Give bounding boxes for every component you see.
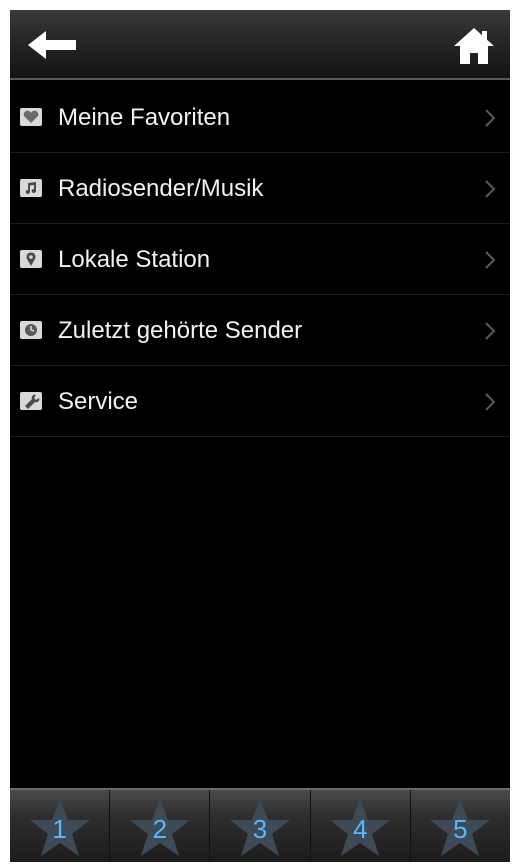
preset-button-2[interactable]: 2 — [110, 790, 211, 862]
music-note-icon — [20, 179, 42, 197]
menu-item-local-station[interactable]: Lokale Station — [10, 224, 510, 295]
menu-item-service[interactable]: Service — [10, 366, 510, 437]
service-icon — [20, 392, 42, 410]
menu-item-favorites[interactable]: Meine Favoriten — [10, 82, 510, 153]
back-arrow-icon — [28, 31, 76, 59]
main-menu: Meine Favoriten Radiosender/Musik Lokale… — [10, 82, 510, 437]
preset-number: 3 — [252, 814, 268, 844]
location-pin-icon — [20, 250, 42, 268]
preset-bar: 1 2 3 4 5 — [10, 788, 510, 862]
preset-number: 5 — [453, 814, 468, 844]
menu-item-radio-music[interactable]: Radiosender/Musik — [10, 153, 510, 224]
menu-item-label: Radiosender/Musik — [58, 175, 264, 202]
chevron-right-icon — [485, 251, 496, 269]
menu-item-label: Meine Favoriten — [58, 104, 231, 131]
home-icon — [454, 28, 494, 64]
back-button[interactable] — [24, 28, 84, 62]
menu-item-label: Zuletzt gehörte Sender — [58, 317, 303, 344]
preset-button-3[interactable]: 3 — [210, 790, 311, 862]
preset-button-1[interactable]: 1 — [10, 790, 111, 862]
menu-item-label: Service — [58, 388, 139, 415]
top-toolbar — [10, 10, 510, 80]
app-screen: Meine Favoriten Radiosender/Musik Lokale… — [10, 10, 510, 862]
chevron-right-icon — [485, 393, 496, 411]
chevron-right-icon — [485, 109, 496, 127]
preset-number: 1 — [52, 814, 67, 844]
chevron-right-icon — [485, 180, 496, 198]
chevron-right-icon — [485, 322, 496, 340]
preset-button-4[interactable]: 4 — [311, 790, 411, 862]
clock-icon — [20, 321, 42, 339]
menu-item-label: Lokale Station — [58, 246, 211, 273]
menu-item-recent-stations[interactable]: Zuletzt gehörte Sender — [10, 295, 510, 366]
preset-number: 2 — [152, 814, 168, 844]
home-button[interactable] — [452, 26, 496, 66]
preset-button-5[interactable]: 5 — [411, 790, 510, 862]
preset-number: 4 — [352, 814, 368, 844]
favorites-icon — [20, 108, 42, 126]
